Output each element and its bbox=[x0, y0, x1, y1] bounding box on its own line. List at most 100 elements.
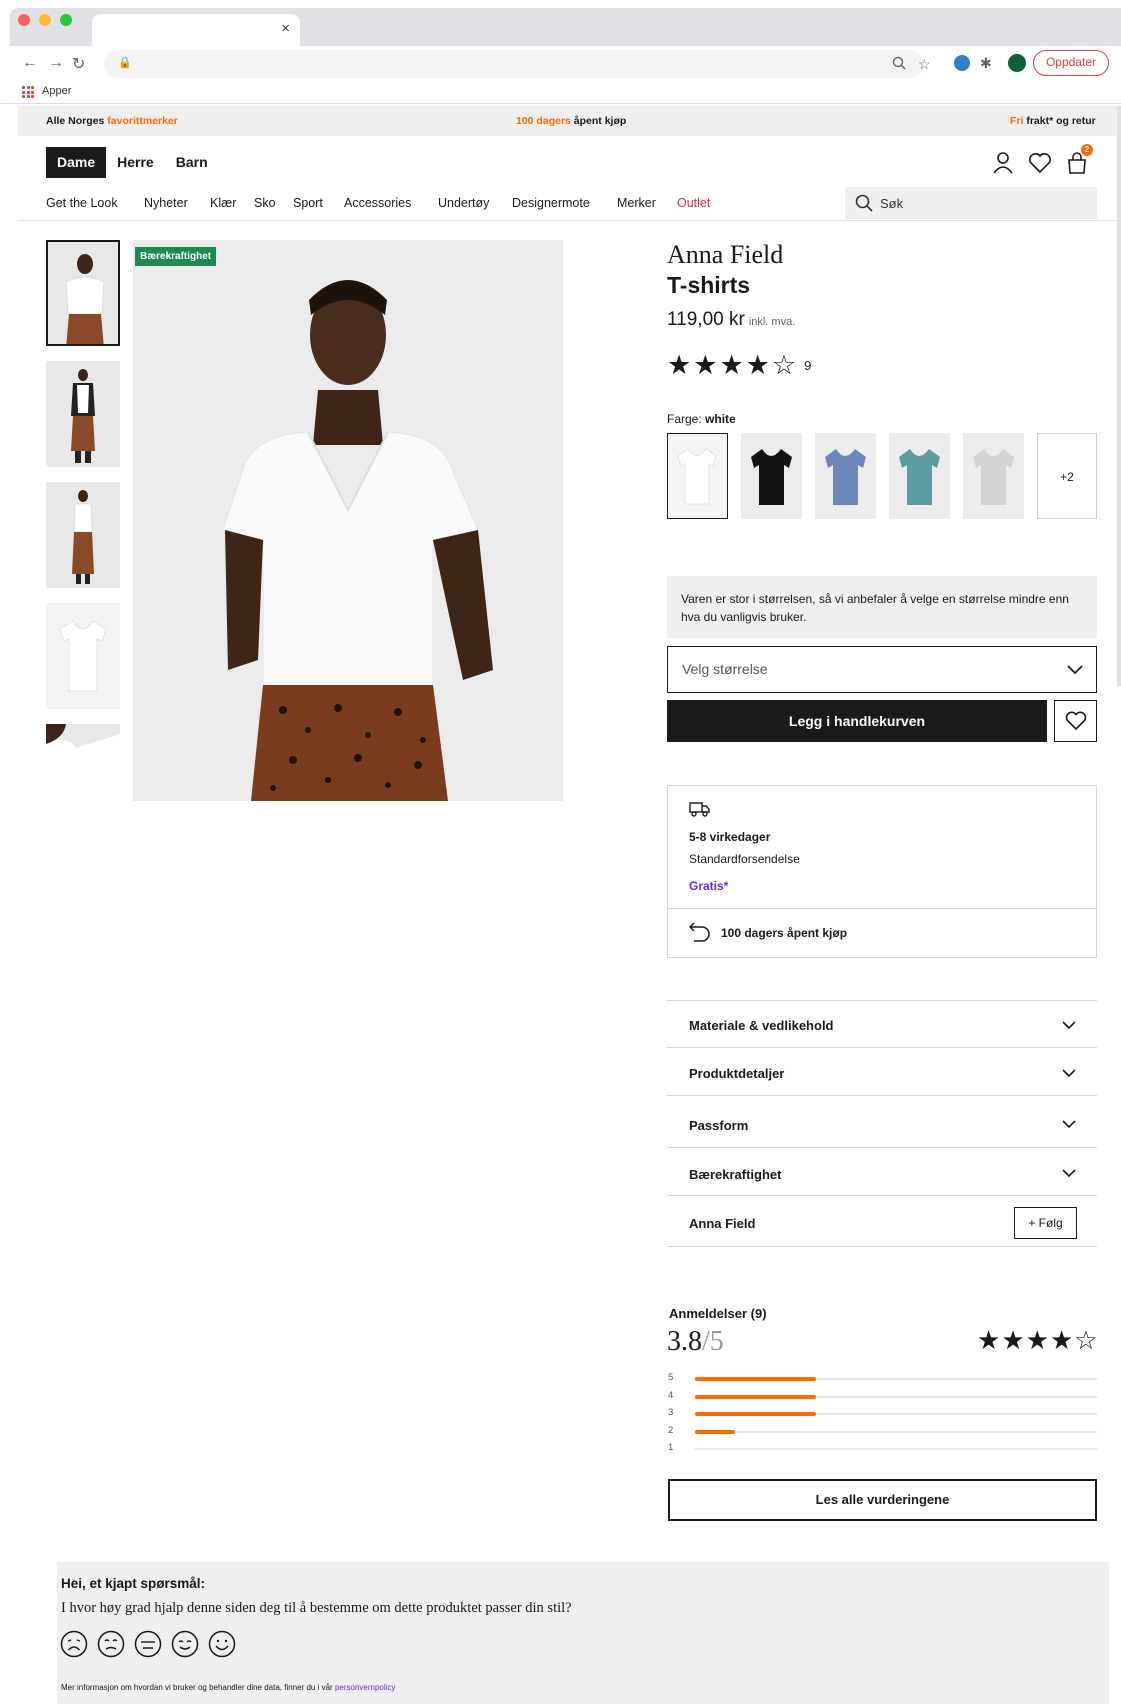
heart-icon[interactable] bbox=[1027, 150, 1053, 176]
search-icon bbox=[855, 194, 873, 212]
star-filled-icon: ★ bbox=[1049, 1325, 1074, 1355]
star-filled-icon: ★ bbox=[719, 350, 744, 380]
close-window-button[interactable] bbox=[18, 14, 30, 26]
nav-klaer[interactable]: Klær bbox=[210, 196, 236, 210]
very-happy-face-icon[interactable] bbox=[208, 1630, 236, 1658]
page-scrollbar[interactable] bbox=[1117, 106, 1121, 686]
add-to-cart-button[interactable]: Legg i handlekurven bbox=[667, 700, 1047, 742]
address-bar[interactable]: 🔒 ☆ bbox=[104, 50, 931, 78]
gender-tab-dame[interactable]: Dame bbox=[46, 147, 107, 178]
read-all-reviews-button[interactable]: Les alle vurderingene bbox=[668, 1479, 1097, 1521]
product-brand[interactable]: Anna Field bbox=[667, 240, 783, 270]
main-product-image[interactable] bbox=[133, 240, 563, 801]
promo-right[interactable]: Fri frakt* og retur bbox=[1010, 115, 1096, 127]
promo-left[interactable]: Alle Norges favorittmerker bbox=[46, 115, 178, 127]
rating-bar-label: 5 bbox=[668, 1372, 674, 1383]
gender-tab-herre[interactable]: Herre bbox=[106, 147, 165, 178]
puzzle-icon[interactable]: ✱ bbox=[980, 55, 992, 72]
star-filled-icon: ★ bbox=[745, 350, 770, 380]
search-box[interactable]: Søk bbox=[845, 187, 1097, 219]
user-icon[interactable] bbox=[990, 150, 1016, 176]
privacy-policy-link[interactable]: personvernpolicy bbox=[335, 1683, 395, 1692]
nav-accessories[interactable]: Accessories bbox=[344, 196, 411, 210]
delivery-type: Standardforsendelse bbox=[689, 852, 800, 866]
color-swatch-teal[interactable] bbox=[889, 433, 950, 519]
gallery-thumbnail-1[interactable] bbox=[46, 240, 120, 346]
nav-nyheter[interactable]: Nyheter bbox=[144, 196, 188, 210]
star-filled-icon: ★ bbox=[977, 1325, 1001, 1355]
happy-face-icon[interactable] bbox=[171, 1630, 199, 1658]
zoom-icon[interactable] bbox=[892, 56, 906, 70]
follow-brand-button[interactable]: + Følg bbox=[1014, 1207, 1077, 1239]
accordion-product-details[interactable]: Produktdetaljer bbox=[667, 1049, 1097, 1096]
apps-grid-icon[interactable] bbox=[22, 86, 34, 98]
delivery-days: 5-8 virkedager bbox=[689, 830, 771, 844]
apps-bookmark[interactable]: Apper bbox=[42, 85, 71, 97]
neutral-face-icon[interactable] bbox=[134, 1630, 162, 1658]
minimize-window-button[interactable] bbox=[39, 14, 51, 26]
survey-title: Hei, et kjapt spørsmål: bbox=[61, 1576, 206, 1591]
price-vat-note: inkl. mva. bbox=[748, 316, 796, 328]
nav-get-the-look[interactable]: Get the Look bbox=[46, 196, 118, 210]
tshirt-blue-image bbox=[825, 449, 866, 505]
accordion-sustainability[interactable]: Bærekraftighet bbox=[667, 1149, 1097, 1196]
rating-bar-2: 2 bbox=[668, 1425, 1097, 1439]
extension-icon[interactable] bbox=[954, 55, 970, 71]
sad-face-icon[interactable] bbox=[97, 1630, 125, 1658]
bookmarks-bar: Apper bbox=[0, 80, 1121, 104]
size-advice-note: Varen er stor i størrelsen, så vi anbefa… bbox=[667, 576, 1097, 638]
rating-bar-track bbox=[695, 1394, 1097, 1399]
brand-name[interactable]: Anna Field bbox=[689, 1216, 755, 1231]
address-bar-row: ← → ↻ 🔒 ☆ ✱ Oppdater bbox=[0, 46, 1121, 84]
rating-bar-fill bbox=[695, 1412, 816, 1416]
delivery-price[interactable]: Gratis* bbox=[689, 879, 728, 893]
accordion-fit[interactable]: Passform bbox=[667, 1097, 1097, 1148]
color-swatch-white[interactable] bbox=[667, 433, 728, 519]
nav-designermote[interactable]: Designermote bbox=[512, 196, 590, 210]
gender-tab-barn[interactable]: Barn bbox=[165, 147, 219, 178]
size-select[interactable]: Velg størrelse bbox=[667, 646, 1097, 693]
accordion-material-care[interactable]: Materiale & vedlikehold bbox=[667, 1001, 1097, 1048]
star-filled-icon: ★ bbox=[667, 350, 692, 380]
very-sad-face-icon[interactable] bbox=[60, 1630, 88, 1658]
gallery-thumbnail-4[interactable] bbox=[46, 603, 120, 709]
color-swatch-grey[interactable] bbox=[963, 433, 1024, 519]
maximize-window-button[interactable] bbox=[60, 14, 72, 26]
tab-close-icon[interactable]: × bbox=[281, 20, 290, 37]
size-select-placeholder: Velg størrelse bbox=[682, 661, 768, 677]
nav-undertoy[interactable]: Undertøy bbox=[438, 196, 489, 210]
more-colors-button[interactable]: +2 bbox=[1037, 433, 1097, 519]
browser-tab[interactable]: × bbox=[92, 14, 300, 46]
search-input[interactable]: Søk bbox=[880, 196, 903, 211]
rating-bar-label: 2 bbox=[668, 1424, 674, 1436]
gallery-thumbnail-3[interactable] bbox=[46, 482, 120, 588]
model-jacket-image bbox=[46, 361, 120, 467]
update-button[interactable]: Oppdater bbox=[1032, 50, 1109, 76]
sustainability-badge: Bærekraftighet bbox=[135, 247, 217, 266]
nav-outlet[interactable]: Outlet bbox=[677, 196, 710, 210]
color-swatch-black[interactable] bbox=[741, 433, 802, 519]
add-to-wishlist-button[interactable] bbox=[1054, 700, 1097, 742]
promo-center[interactable]: 100 dagers åpent kjøp bbox=[516, 115, 626, 127]
forward-icon[interactable]: → bbox=[48, 54, 64, 72]
reload-icon[interactable]: ↻ bbox=[72, 54, 85, 74]
product-rating[interactable]: ★ ★ ★ ★ ☆ 9 bbox=[667, 352, 811, 379]
nav-merker[interactable]: Merker bbox=[617, 196, 656, 210]
nav-sport[interactable]: Sport bbox=[293, 196, 323, 210]
delivery-info: 5-8 virkedager Standardforsendelse Grati… bbox=[667, 785, 1097, 958]
survey-question: I hvor høy grad hjalp denne siden deg ti… bbox=[61, 1600, 572, 1616]
bookmark-star-icon[interactable]: ☆ bbox=[918, 56, 931, 73]
nav-sko[interactable]: Sko bbox=[254, 196, 276, 210]
rating-bar-track bbox=[695, 1448, 1097, 1450]
reviews-heading: Anmeldelser (9) bbox=[669, 1306, 767, 1321]
chevron-down-icon bbox=[1062, 1021, 1076, 1030]
profile-avatar[interactable] bbox=[1008, 54, 1026, 72]
chevron-down-icon bbox=[1062, 1169, 1076, 1178]
color-swatch-blue[interactable] bbox=[815, 433, 876, 519]
gallery-thumbnail-5[interactable] bbox=[46, 724, 120, 801]
rating-bar-label: 4 bbox=[668, 1389, 674, 1401]
gallery-thumbnail-2[interactable] bbox=[46, 361, 120, 467]
back-icon[interactable]: ← bbox=[22, 54, 38, 72]
heart-icon bbox=[1065, 711, 1087, 731]
model-photo bbox=[133, 240, 563, 801]
